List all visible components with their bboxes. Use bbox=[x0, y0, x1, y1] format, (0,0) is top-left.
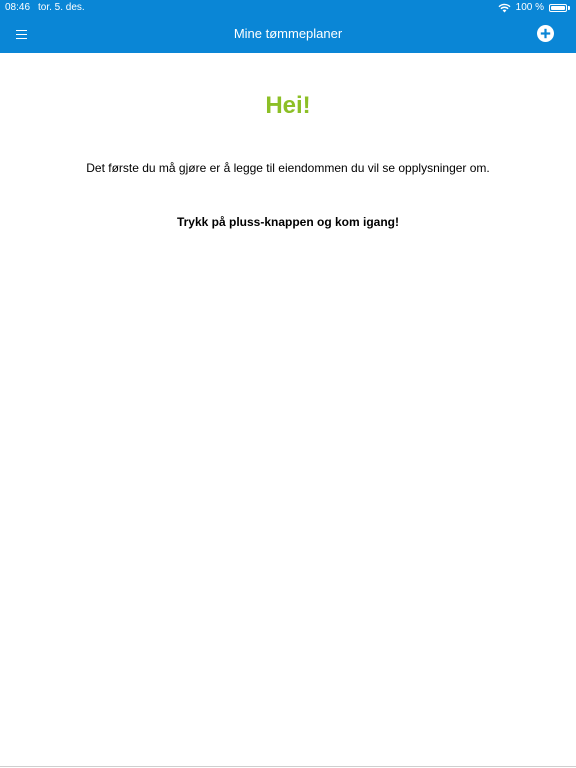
page-title: Mine tømmeplaner bbox=[233, 26, 343, 41]
wifi-icon bbox=[498, 3, 511, 13]
add-button[interactable] bbox=[537, 25, 554, 42]
status-date: tor. 5. des. bbox=[38, 2, 85, 13]
battery-icon bbox=[549, 3, 571, 13]
status-indicators: 100 % bbox=[498, 0, 571, 16]
call-to-action-text: Trykk på pluss-knappen og kom igang! bbox=[176, 215, 400, 229]
navigation-bar: Mine tømmeplaner bbox=[0, 16, 576, 53]
intro-text: Det første du må gjøre er å legge til ei… bbox=[86, 161, 490, 175]
greeting-heading: Hei! bbox=[265, 92, 311, 119]
plus-circle-icon bbox=[537, 25, 554, 42]
app-header: 08:46 tor. 5. des. 100 % Mine tømmeplane… bbox=[0, 0, 576, 53]
status-bar: 08:46 tor. 5. des. 100 % bbox=[0, 0, 576, 16]
bottom-divider bbox=[0, 766, 576, 767]
status-time: 08:46 bbox=[5, 2, 31, 13]
battery-percentage: 100 % bbox=[515, 2, 544, 13]
